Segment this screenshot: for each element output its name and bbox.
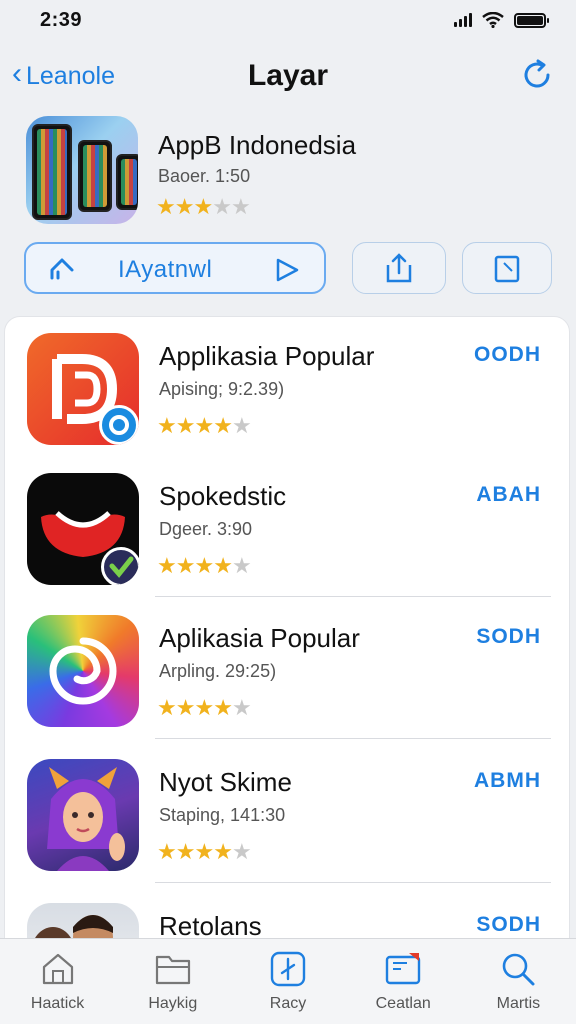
nav-bar: ‹ Leanole Layar: [0, 48, 576, 104]
get-button[interactable]: SODH: [476, 913, 541, 937]
tab-label: Haykig: [148, 995, 198, 1012]
divider: [155, 596, 551, 597]
copy-button[interactable]: [462, 242, 552, 294]
featured-app[interactable]: AppВ Indonedsia Baoer. 1:50 ★★★★★: [26, 116, 556, 228]
refresh-icon[interactable]: [518, 56, 556, 94]
rating-stars: ★★★★★: [157, 839, 252, 865]
star-icon: ★: [174, 194, 195, 219]
featured-app-name: AppВ Indonedsia: [158, 130, 357, 160]
star-icon: ★: [231, 413, 252, 438]
star-icon: ★: [175, 695, 196, 720]
search-icon: [503, 953, 535, 986]
get-button[interactable]: OODH: [474, 343, 541, 367]
compass-icon: [270, 951, 306, 987]
star-icon: ★: [213, 413, 233, 438]
get-button[interactable]: SODH: [476, 625, 541, 649]
tab-folder[interactable]: Haykig: [115, 939, 230, 1024]
star-icon: ★: [194, 695, 214, 720]
tab-search[interactable]: Martis: [461, 939, 576, 1024]
featured-app-subtitle: Baoer. 1:50: [158, 166, 251, 186]
folder-icon: [155, 955, 190, 985]
star-icon: ★: [175, 553, 196, 578]
star-icon: ★: [193, 194, 213, 219]
up-arrow-icon: [50, 258, 74, 280]
get-button[interactable]: ABAH: [476, 483, 541, 507]
star-icon: ★: [231, 695, 252, 720]
share-icon: [386, 253, 412, 283]
divider: [155, 738, 551, 739]
star-icon: ★: [157, 413, 177, 438]
tab-label: Ceatlan: [375, 995, 431, 1012]
app-icon: [27, 473, 139, 585]
star-icon: ★: [230, 194, 251, 219]
list-item[interactable]: Spokedstic Dgeer. 3:90 ★★★★★ ABAH: [5, 457, 569, 597]
featured-rating-stars: ★★★★★: [156, 194, 251, 220]
app-name: Aplikasia Popular: [159, 623, 360, 653]
app-icon: [27, 333, 139, 445]
app-name: Applikasia Popular: [159, 341, 375, 371]
action-row: ΙAyatnwl: [24, 242, 554, 296]
star-icon: ★: [213, 695, 233, 720]
star-icon: ★: [194, 413, 214, 438]
app-icon: [27, 759, 139, 871]
star-icon: ★: [231, 839, 252, 864]
back-button[interactable]: ‹ Leanole: [12, 57, 115, 91]
star-icon: ★: [212, 194, 232, 219]
divider: [155, 882, 551, 883]
status-icons: [454, 12, 549, 28]
star-icon: ★: [175, 413, 196, 438]
tab-label: Martis: [496, 995, 541, 1012]
list-item[interactable]: Nyot Skime Staping, 141:30 ★★★★★ ABMH: [5, 743, 569, 883]
tab-bar: Haatick Haykig Racy Ceatlan Martis: [0, 938, 576, 1024]
back-label: Leanole: [26, 61, 115, 90]
star-icon: ★: [156, 194, 176, 219]
wifi-icon: [482, 12, 504, 28]
star-icon: ★: [213, 553, 233, 578]
app-subtitle: Apising; 9:2.39): [159, 379, 285, 399]
app-icon: [27, 615, 139, 727]
star-icon: ★: [175, 839, 196, 864]
battery-icon: [514, 12, 549, 28]
calendar-icon: [386, 953, 421, 985]
status-bar: 2:39: [0, 0, 576, 40]
rating-stars: ★★★★★: [157, 695, 252, 721]
app-list: Applikasia Popular Apising; 9:2.39) ★★★★…: [4, 316, 570, 956]
copy-icon: [494, 255, 520, 283]
app-subtitle: Staping, 141:30: [159, 805, 286, 825]
tab-calendar[interactable]: Ceatlan: [346, 939, 461, 1024]
status-time: 2:39: [40, 8, 83, 31]
star-icon: ★: [157, 695, 177, 720]
app-name: Nyot Skime: [159, 767, 292, 797]
home-icon: [42, 953, 73, 985]
app-subtitle: Dgeer. 3:90: [159, 519, 253, 539]
tab-compass[interactable]: Racy: [230, 939, 345, 1024]
star-icon: ★: [194, 553, 214, 578]
star-icon: ★: [213, 839, 233, 864]
app-name: Spokedstic: [159, 481, 287, 511]
share-button[interactable]: [352, 242, 446, 294]
list-item[interactable]: Aplikasia Popular Arpling. 29:25) ★★★★★ …: [5, 599, 569, 739]
app-subtitle: Arpling. 29:25): [159, 661, 277, 681]
open-button-label: ΙAyatnwl: [118, 256, 213, 283]
featured-app-icon: [26, 116, 138, 224]
star-icon: ★: [231, 553, 252, 578]
list-item[interactable]: Applikasia Popular Apising; 9:2.39) ★★★★…: [5, 317, 569, 457]
rating-stars: ★★★★★: [157, 413, 252, 439]
play-icon: [276, 258, 299, 282]
rating-stars: ★★★★★: [157, 553, 252, 579]
signal-icon: [454, 13, 472, 27]
open-button[interactable]: ΙAyatnwl: [24, 242, 326, 294]
tab-label: Haatick: [30, 995, 85, 1012]
tab-label: Racy: [269, 995, 307, 1012]
star-icon: ★: [194, 839, 214, 864]
get-button[interactable]: ABMH: [474, 769, 541, 793]
star-icon: ★: [157, 839, 177, 864]
chevron-left-icon: ‹: [12, 57, 22, 90]
star-icon: ★: [157, 553, 177, 578]
tab-home[interactable]: Haatick: [0, 939, 115, 1024]
